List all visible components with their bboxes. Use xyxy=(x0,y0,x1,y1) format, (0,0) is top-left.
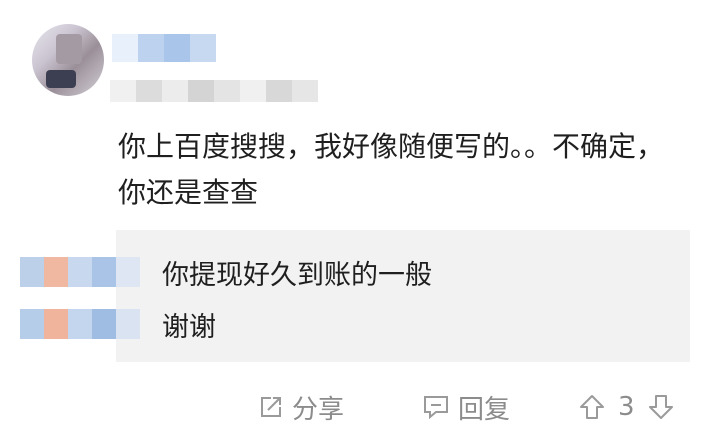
comment-text: 你上百度搜搜，我好像随便写的。。不确定，你还是查查 xyxy=(118,130,665,209)
reply-username-blurred xyxy=(20,257,140,287)
reply-icon xyxy=(422,394,450,420)
reply-item[interactable]: 谢谢 xyxy=(20,306,216,343)
share-icon xyxy=(258,394,284,420)
vote-count: 3 xyxy=(618,392,635,422)
share-button[interactable]: 分享 xyxy=(258,388,344,426)
timestamp-blurred xyxy=(110,80,318,102)
upvote-arrow-icon[interactable] xyxy=(578,393,606,421)
username-blurred[interactable] xyxy=(112,34,216,62)
reply-item[interactable]: 你提现好久到账的一般 xyxy=(20,254,432,291)
vote-controls: 3 xyxy=(578,388,675,426)
reply-button[interactable]: 回复 xyxy=(422,388,510,426)
reply-text: 谢谢 xyxy=(162,311,216,343)
share-label: 分享 xyxy=(292,394,345,425)
reply-username-blurred xyxy=(20,309,140,339)
avatar[interactable] xyxy=(32,24,104,96)
reply-label: 回复 xyxy=(458,394,511,425)
downvote-arrow-icon[interactable] xyxy=(647,393,675,421)
reply-text: 你提现好久到账的一般 xyxy=(162,259,432,291)
